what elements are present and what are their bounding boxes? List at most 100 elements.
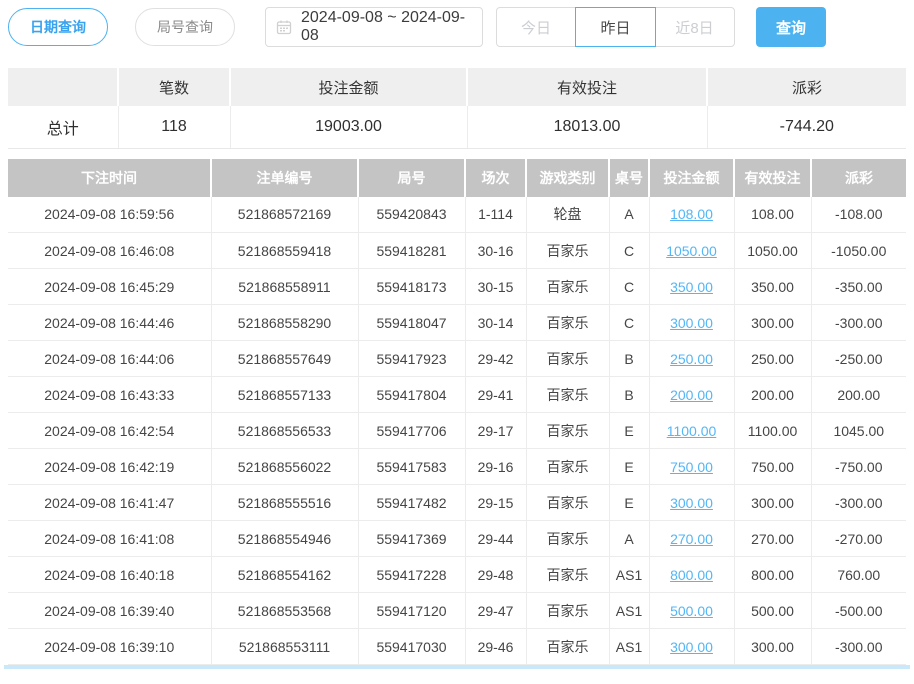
valid-bet-cell: 750.00 [734, 449, 811, 485]
table-id-cell: B [609, 341, 649, 377]
payout-cell: -300.00 [811, 305, 906, 341]
order-id-cell: 521868558911 [211, 269, 358, 305]
bet-amount-link[interactable]: 270.00 [670, 531, 713, 547]
table-id-cell: AS1 [609, 629, 649, 665]
table-row: 2024-09-08 16:42:19521868556022559417583… [8, 449, 906, 485]
table-row: 2024-09-08 16:45:29521868558911559418173… [8, 269, 906, 305]
date-range-value: 2024-09-08 ~ 2024-09-08 [301, 9, 472, 45]
table-id-cell: C [609, 233, 649, 269]
bet-amount-link[interactable]: 250.00 [670, 351, 713, 367]
bet-time-cell: 2024-09-08 16:39:40 [8, 593, 211, 629]
query-toolbar: 日期查询 局号查询 2024-09-08 ~ 2024-09-08 今日 [8, 8, 906, 46]
yesterday-button[interactable]: 昨日 [575, 7, 656, 47]
round-id-cell: 559418281 [358, 233, 465, 269]
order-id-cell: 521868554162 [211, 557, 358, 593]
table-id-cell: E [609, 485, 649, 521]
round-id-cell: 559417482 [358, 485, 465, 521]
game-type-cell: 百家乐 [526, 449, 609, 485]
bet-amount-link[interactable]: 300.00 [670, 639, 713, 655]
payout-cell: -1050.00 [811, 233, 906, 269]
bet-amount-cell: 300.00 [649, 305, 734, 341]
round-query-tab[interactable]: 局号查询 [135, 8, 235, 46]
next-row-highlight-strip [4, 665, 910, 669]
header-bet-amount: 投注金额 [649, 159, 734, 197]
valid-bet-cell: 250.00 [734, 341, 811, 377]
order-id-cell: 521868556533 [211, 413, 358, 449]
game-type-cell: 百家乐 [526, 557, 609, 593]
records-header-row: 下注时间 注单编号 局号 场次 游戏类别 桌号 投注金额 有效投注 派彩 [8, 159, 906, 197]
table-id-cell: E [609, 449, 649, 485]
payout-cell: -350.00 [811, 269, 906, 305]
bet-amount-link[interactable]: 1050.00 [666, 243, 717, 259]
table-row: 2024-09-08 16:43:33521868557133559417804… [8, 377, 906, 413]
search-button[interactable]: 查询 [756, 7, 826, 47]
valid-bet-cell: 500.00 [734, 593, 811, 629]
summary-total-row: 总计 118 19003.00 18013.00 -744.20 [8, 106, 906, 148]
header-session: 场次 [465, 159, 526, 197]
table-id-cell: AS1 [609, 593, 649, 629]
table-id-cell: C [609, 269, 649, 305]
header-game-type: 游戏类别 [526, 159, 609, 197]
round-id-cell: 559417706 [358, 413, 465, 449]
table-row: 2024-09-08 16:40:18521868554162559417228… [8, 557, 906, 593]
summary-total-label: 总计 [8, 106, 118, 148]
round-id-cell: 559417120 [358, 593, 465, 629]
session-cell: 29-42 [465, 341, 526, 377]
table-id-cell: A [609, 521, 649, 557]
today-button[interactable]: 今日 [497, 8, 576, 46]
bet-amount-link[interactable]: 300.00 [670, 495, 713, 511]
table-row: 2024-09-08 16:44:46521868558290559418047… [8, 305, 906, 341]
game-type-cell: 百家乐 [526, 269, 609, 305]
bet-amount-link[interactable]: 300.00 [670, 315, 713, 331]
table-id-cell: AS1 [609, 557, 649, 593]
header-order-id: 注单编号 [211, 159, 358, 197]
round-id-cell: 559417030 [358, 629, 465, 665]
order-id-cell: 521868553568 [211, 593, 358, 629]
table-id-cell: C [609, 305, 649, 341]
session-cell: 29-16 [465, 449, 526, 485]
bet-amount-link[interactable]: 108.00 [670, 206, 713, 222]
game-type-cell: 百家乐 [526, 629, 609, 665]
order-id-cell: 521868554946 [211, 521, 358, 557]
round-id-cell: 559417228 [358, 557, 465, 593]
valid-bet-cell: 108.00 [734, 197, 811, 233]
bet-time-cell: 2024-09-08 16:59:56 [8, 197, 211, 233]
calendar-icon [276, 19, 292, 35]
round-id-cell: 559417923 [358, 341, 465, 377]
bet-time-cell: 2024-09-08 16:44:46 [8, 305, 211, 341]
valid-bet-cell: 300.00 [734, 485, 811, 521]
bet-amount-link[interactable]: 500.00 [670, 603, 713, 619]
header-bet-time: 下注时间 [8, 159, 211, 197]
header-payout: 派彩 [811, 159, 906, 197]
order-id-cell: 521868555516 [211, 485, 358, 521]
bet-amount-cell: 350.00 [649, 269, 734, 305]
order-id-cell: 521868572169 [211, 197, 358, 233]
bet-amount-link[interactable]: 800.00 [670, 567, 713, 583]
summary-table: 笔数 投注金额 有效投注 派彩 总计 118 19003.00 18013.00… [8, 68, 906, 149]
bet-amount-link[interactable]: 200.00 [670, 387, 713, 403]
round-id-cell: 559418173 [358, 269, 465, 305]
order-id-cell: 521868559418 [211, 233, 358, 269]
bet-amount-link[interactable]: 350.00 [670, 279, 713, 295]
summary-header-count: 笔数 [118, 68, 230, 106]
bet-amount-cell: 108.00 [649, 197, 734, 233]
order-id-cell: 521868557133 [211, 377, 358, 413]
session-cell: 29-47 [465, 593, 526, 629]
session-cell: 30-15 [465, 269, 526, 305]
game-type-cell: 百家乐 [526, 485, 609, 521]
payout-cell: 200.00 [811, 377, 906, 413]
session-cell: 30-16 [465, 233, 526, 269]
order-id-cell: 521868553111 [211, 629, 358, 665]
header-table-id: 桌号 [609, 159, 649, 197]
payout-cell: -300.00 [811, 485, 906, 521]
summary-valid-bet-value: 18013.00 [467, 106, 707, 148]
valid-bet-cell: 300.00 [734, 305, 811, 341]
last8days-button[interactable]: 近8日 [655, 8, 734, 46]
date-range-input[interactable]: 2024-09-08 ~ 2024-09-08 [265, 7, 483, 47]
bet-amount-link[interactable]: 750.00 [670, 459, 713, 475]
bet-amount-link[interactable]: 1100.00 [667, 423, 717, 439]
bet-time-cell: 2024-09-08 16:40:18 [8, 557, 211, 593]
date-query-tab[interactable]: 日期查询 [8, 8, 108, 46]
summary-header-row: 笔数 投注金额 有效投注 派彩 [8, 68, 906, 106]
summary-header-valid-bet: 有效投注 [467, 68, 707, 106]
